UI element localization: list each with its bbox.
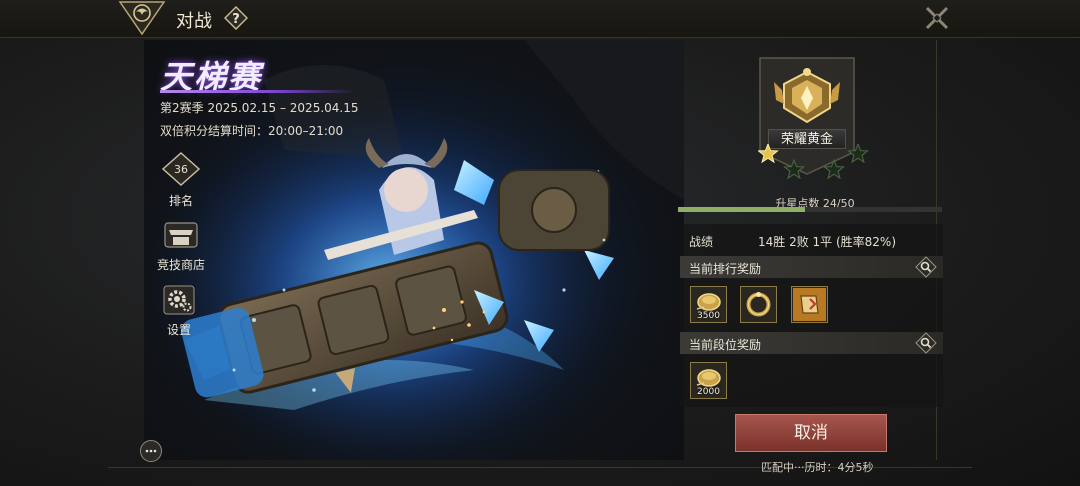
season-dates: 第2赛季 2025.02.15 – 2025.04.15 — [160, 101, 359, 115]
search-icon[interactable] — [915, 332, 937, 354]
shop-icon — [164, 222, 198, 248]
cancel-match-button[interactable]: 取消 — [735, 414, 887, 452]
rank-number: 36 — [174, 163, 188, 176]
reward-qty: 2000 — [697, 387, 720, 397]
help-icon[interactable]: ? — [224, 6, 248, 30]
chat-button[interactable] — [140, 440, 162, 462]
record-label: 战绩 — [689, 235, 714, 249]
rank-stars — [758, 144, 869, 180]
ranking-button[interactable]: 36 排名 — [157, 151, 205, 209]
settings-button[interactable]: 设置 — [155, 285, 203, 338]
reward-scroll[interactable] — [791, 286, 828, 323]
page-title: 对战 — [176, 11, 212, 32]
dragon-emblem-icon — [118, 1, 166, 36]
rank-diamond-icon: 36 — [161, 151, 201, 187]
record-value: 14胜 2败 1平 (胜率82%) — [758, 235, 897, 249]
rank-rewards-header: 当前排行奖励 — [680, 256, 943, 278]
ladder-screen: 对战 ? 天梯赛 第2赛季 2025.02.15 – 2025.04.15 双倍… — [0, 0, 1080, 486]
scroll-icon — [793, 288, 826, 321]
arena-shop-label: 竞技商店 — [156, 258, 205, 272]
star-empty-icon — [847, 144, 869, 164]
star-filled-icon — [758, 144, 779, 164]
title-underline — [160, 90, 355, 93]
reward-ring[interactable] — [740, 286, 777, 323]
reward-gold-coins[interactable]: 3500 — [690, 286, 727, 323]
record-row: 战绩 14胜 2败 1平 (胜率82%) — [680, 227, 943, 253]
star-progress-fill — [678, 207, 805, 212]
ring-icon — [746, 292, 771, 317]
star-empty-icon — [823, 158, 845, 180]
tier-rewards-header: 当前段位奖励 — [680, 332, 943, 354]
star-empty-icon — [783, 158, 805, 180]
match-status: 匹配中···历时：4分5秒 — [761, 461, 874, 474]
settings-label: 设置 — [166, 323, 191, 337]
top-bar: 对战 ? — [0, 0, 1080, 38]
gear-icon — [163, 285, 195, 315]
help-glyph: ? — [232, 12, 240, 27]
double-points-time: 双倍积分结算时间：20:00–21:00 — [160, 124, 344, 138]
ranking-label: 排名 — [168, 194, 193, 208]
rank-rewards-label: 当前排行奖励 — [689, 262, 762, 276]
arena-shop-button[interactable]: 竞技商店 — [152, 220, 210, 273]
tier-rewards-label: 当前段位奖励 — [689, 338, 762, 352]
close-icon[interactable] — [924, 5, 950, 31]
chat-bubble-icon — [145, 449, 157, 453]
search-icon[interactable] — [915, 256, 937, 278]
star-progress-bar — [678, 207, 942, 212]
reward-gold-coins[interactable]: 2000 — [690, 362, 727, 399]
reward-qty: 3500 — [697, 311, 720, 321]
